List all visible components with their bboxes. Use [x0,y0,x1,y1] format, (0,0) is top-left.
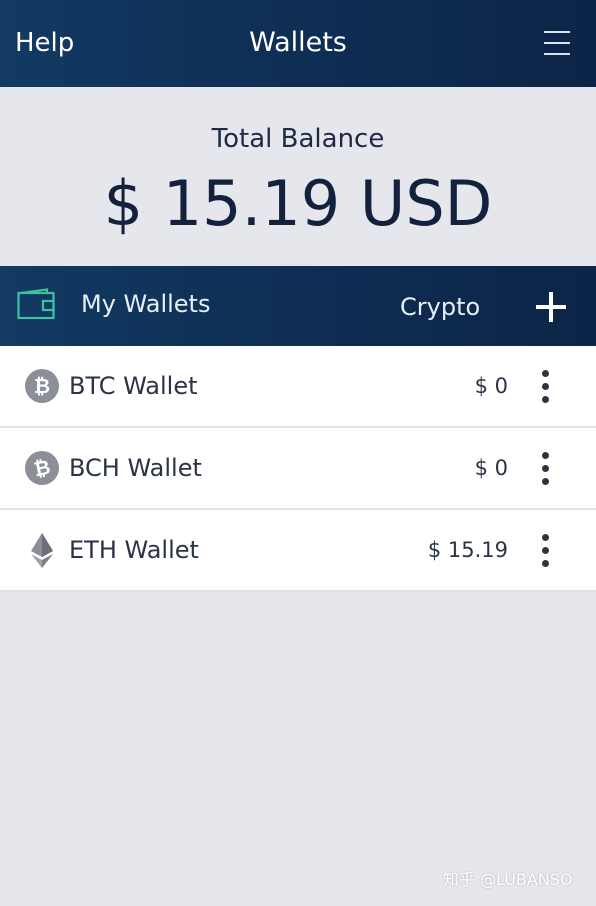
page-title: Wallets [249,27,347,58]
crypto-toggle[interactable]: Crypto [400,290,480,324]
watermark: 知乎 @LUBANSO [443,870,573,889]
wallet-name: BTC Wallet [69,372,198,400]
more-options-icon[interactable] [536,534,556,568]
wallet-value: $ 0 [474,456,508,480]
wallet-value: $ 0 [474,374,508,398]
wallet-name: ETH Wallet [69,536,199,564]
total-balance-amount: $ 15.19 USD [103,167,493,240]
bitcoin-icon: ₿ [24,368,60,404]
total-balance-label: Total Balance [211,124,385,154]
wallet-row-btc[interactable]: ₿ BTC Wallet $ 0 [0,346,596,428]
wallet-row-bch[interactable]: ₿ BCH Wallet $ 0 [0,428,596,510]
my-wallets-label: My Wallets [81,290,211,318]
wallet-value: $ 15.19 [427,538,508,562]
svg-text:₿: ₿ [34,374,50,398]
my-wallets-header: My Wallets Crypto [0,266,596,346]
wallet-row-eth[interactable]: ETH Wallet $ 15.19 [0,510,596,592]
top-bar: Help Wallets [0,0,596,87]
add-wallet-button[interactable] [534,290,568,324]
wallet-name: BCH Wallet [69,454,202,482]
hamburger-icon[interactable] [540,29,574,57]
wallet-icon [17,288,55,320]
more-options-icon[interactable] [536,370,556,404]
more-options-icon[interactable] [536,452,556,486]
bitcoin-cash-icon: ₿ [24,450,60,486]
total-balance-panel: Total Balance $ 15.19 USD [0,87,596,266]
ethereum-icon [24,532,60,568]
